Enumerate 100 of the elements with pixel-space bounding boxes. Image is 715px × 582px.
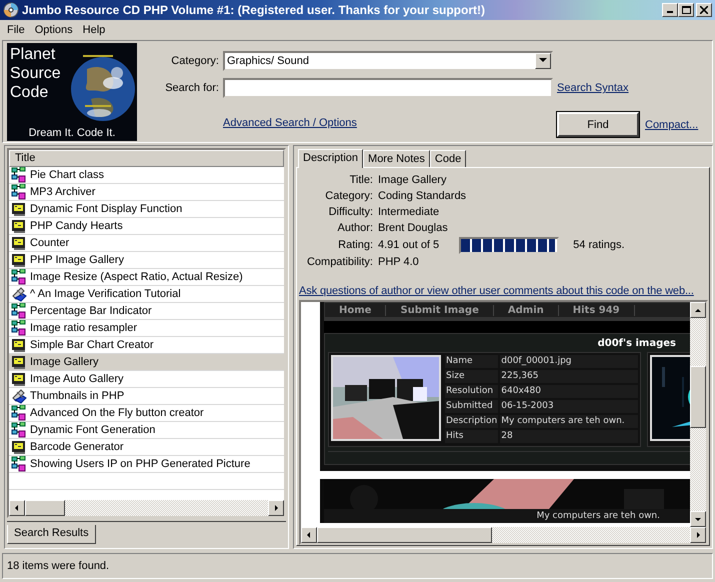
gallery-heading: d00f's images [596,337,677,351]
nav-link[interactable]: Hits 949 [558,304,635,316]
logo-text: Planet [10,45,56,64]
list-item[interactable]: MP3 Archiver [9,184,284,201]
list-item[interactable]: Dynamic Font Generation [9,422,284,439]
list-item[interactable]: Image Resize (Aspect Ratio, Actual Resize) [9,269,284,286]
search-syntax-link[interactable]: Search Syntax [557,82,698,94]
table-cell: d00f_00001.jpg [500,355,638,368]
table-cell: 225,365 [500,370,638,383]
field-label: Category: [170,54,219,67]
search-field[interactable] [223,78,553,98]
rating-count: 54 ratings. [573,238,625,253]
pen-icon [11,388,27,404]
field-label: Author: [336,221,373,236]
category-dropdown[interactable]: Graphics/ Sound [223,50,553,71]
comments-link[interactable]: Ask questions of author or view other user comments about this code on the web... [299,285,709,297]
list-item[interactable]: Image Gallery [9,354,284,371]
advanced-search-link[interactable]: Advanced Search / Options [223,117,357,130]
nav-link[interactable]: Submit Image [386,304,494,316]
scroll-thumb[interactable] [25,500,65,516]
flowchart-icon [11,405,27,421]
field-value: PHP 4.0 [378,255,419,270]
table-cell: 06-15-2003 [500,400,638,413]
list-item[interactable]: PHP Candy Hearts [9,218,284,235]
close-icon [700,6,708,14]
disc-icon [3,2,19,18]
flowchart-icon [11,456,27,472]
menu-item[interactable]: Options [30,24,78,36]
scroll-right-button[interactable] [690,527,706,543]
scroll-down-button[interactable] [690,511,706,527]
field-label: Title: [348,173,373,188]
find-button[interactable]: Find [557,112,639,138]
monitor-icon [11,218,27,234]
scroll-left-button[interactable] [301,527,317,543]
list-item[interactable]: PHP Image Gallery [9,252,284,269]
list-item[interactable]: Showing Users IP on PHP Generated Picture [9,456,284,473]
table-cell: Description [445,415,498,428]
monitor-icon [11,252,27,268]
table-cell: 28 [500,430,638,443]
maximize-button[interactable] [678,3,694,17]
list-item[interactable]: Image ratio resampler [9,320,284,337]
field-label: Category: [324,189,373,204]
flowchart-icon [11,303,27,319]
maximize-icon [682,6,690,14]
field-label: Search for: [164,82,219,94]
field-value: 4.91 out of 5 [378,238,440,253]
tab[interactable]: Description [298,149,364,168]
tab[interactable]: More Notes [363,150,430,167]
vertical-scrollbar[interactable] [690,302,706,527]
minimize-button[interactable] [662,3,678,17]
scroll-right-button[interactable] [268,500,284,516]
flowchart-icon [11,167,27,183]
column-header[interactable]: Title [9,150,284,167]
scroll-up-button[interactable] [690,302,706,318]
field-value: Intermediate [378,205,440,220]
caret-icon [539,58,547,64]
list-item[interactable]: Pie Chart class [9,167,284,184]
close-button[interactable] [696,3,712,17]
list-item[interactable]: Barcode Generator [9,439,284,456]
horizontal-scrollbar[interactable] [301,527,706,543]
nav-link[interactable]: Admin [494,304,559,316]
field-label: Difficulty: [328,205,373,220]
list-item[interactable]: Image Auto Gallery [9,371,284,388]
scroll-thumb[interactable] [317,527,492,543]
results-tab[interactable]: Search Results [7,525,96,544]
list-item[interactable]: Percentage Bar Indicator [9,303,284,320]
table-cell: Name [445,355,498,368]
field-value: Coding Standards [378,189,466,204]
tab[interactable]: Code [430,150,466,167]
flowchart-icon [11,320,27,336]
compact-link[interactable]: Compact... [645,118,698,131]
list-item[interactable]: Counter [9,235,284,252]
scroll-left-button[interactable] [9,500,25,516]
logo-text: Code [10,83,50,102]
dropdown-button[interactable] [535,52,551,69]
list-item[interactable]: Thumbnails in PHP [9,388,284,405]
monitor-icon [11,371,27,387]
field-value: Brent Douglas [378,221,448,236]
pen-icon [11,286,27,302]
list-item[interactable]: Dynamic Font Display Function [9,201,284,218]
flowchart-icon [11,422,27,438]
minimize-icon [667,11,673,13]
monitor-icon [11,235,27,251]
window-title: Jumbo Resource CD PHP Volume #1: (Registered user. Thanks for your support!) [22,3,486,17]
monitor-icon [11,201,27,217]
list-item[interactable]: ^ An Image Verification Tutorial [9,286,284,303]
nav-link[interactable]: Home [325,304,386,316]
scroll-thumb[interactable] [690,366,706,428]
list-item[interactable]: Advanced On the Fly button creator [9,405,284,422]
monitor-icon [11,337,27,353]
flowchart-icon [11,184,27,200]
table-cell: Submitted [445,400,498,413]
table-cell: Resolution [445,385,498,398]
menu-item[interactable]: File [2,24,30,36]
monitor-icon [11,439,27,455]
logo-tagline: Dream It. Code It. [28,127,116,141]
field-label: Compatibility: [306,255,373,270]
monitor-icon [11,354,27,370]
menu-item[interactable]: Help [78,24,110,36]
horizontal-scrollbar[interactable] [9,500,284,516]
